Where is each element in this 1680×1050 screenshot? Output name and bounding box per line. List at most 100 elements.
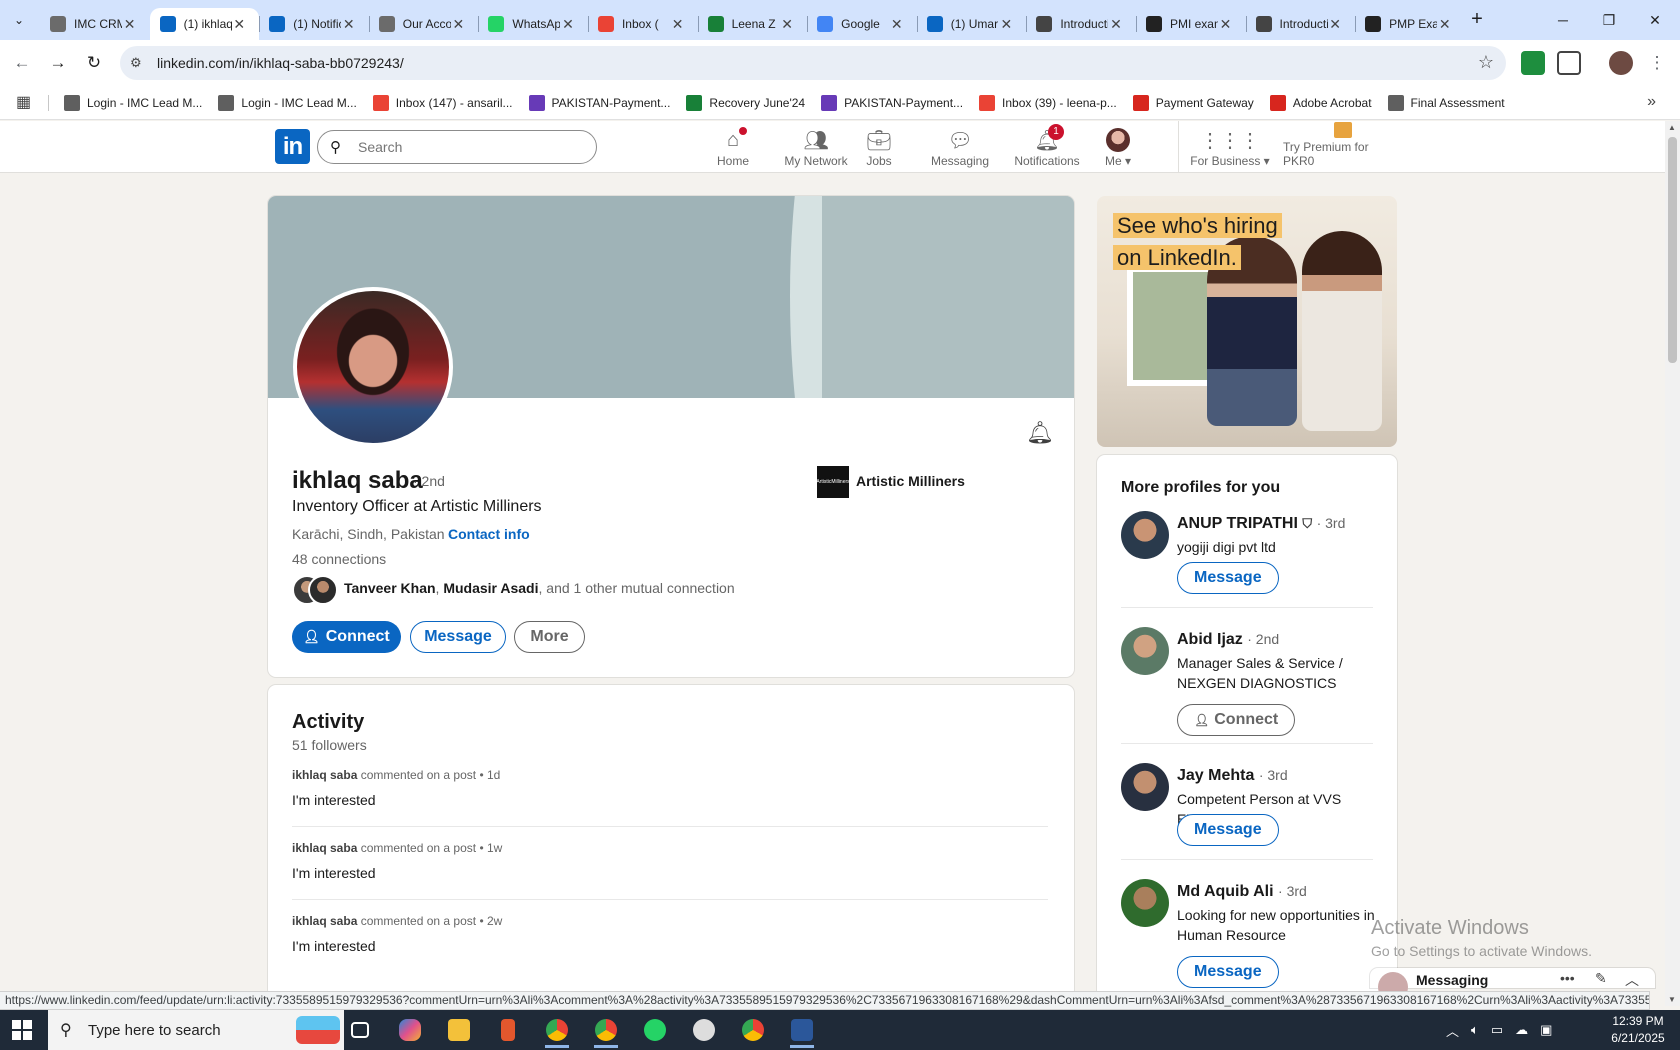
message-button[interactable]: Message [410,621,506,653]
profile-name-link[interactable]: ANUP TRIPATHI ⛉ · 3rd [1177,515,1345,533]
activity-item[interactable]: ikhlaq saba commented on a post • 1d I'm … [292,768,1048,808]
taskbar-clock[interactable]: 12:39 PM 6/21/2025 [1598,1013,1678,1047]
browser-tab[interactable]: Introduction✕ [1245,8,1356,40]
browser-tab[interactable]: (1) Umar ✕ [916,8,1027,40]
close-tab-icon[interactable]: ✕ [1327,16,1343,32]
bookmark-item[interactable]: Recovery June'24 [686,95,805,111]
nav-my-network[interactable]: 👥︎ My Network [774,121,858,173]
close-window-button[interactable]: ✕ [1632,0,1678,40]
new-tab-button[interactable]: + [1465,8,1489,32]
start-button[interactable] [12,1020,32,1040]
close-tab-icon[interactable]: ✕ [998,16,1014,32]
close-tab-icon[interactable]: ✕ [231,16,247,32]
chrome-profile-icon[interactable] [586,1014,626,1048]
browser-tab[interactable]: PMP Exam✕ [1355,8,1465,40]
menu-icon[interactable]: ⋮ [1645,51,1669,75]
browser-tab[interactable]: (1) Notifications✕ [259,8,369,40]
back-button[interactable]: ← [10,51,34,75]
close-tab-icon[interactable]: ✕ [450,16,466,32]
mutual-connections[interactable]: Tanveer Khan, Mudasir Asadi, and 1 other… [344,580,735,596]
linkedin-logo-icon[interactable]: in [275,129,310,164]
bookmark-item[interactable]: Adobe Acrobat [1269,95,1372,111]
profile-name-link[interactable]: Md Aquib Ali · 3rd [1177,883,1307,901]
more-bookmarks-icon[interactable]: » [1647,93,1656,111]
more-options-icon[interactable]: ••• [1560,970,1575,986]
extension-icon[interactable] [1521,51,1545,75]
close-tab-icon[interactable]: ✕ [670,16,686,32]
browser-tab[interactable]: (1) ikhlaq saba✕ [149,8,260,40]
profile-avatar[interactable] [1121,763,1169,811]
apps-grid-icon[interactable]: ▦ [16,94,34,112]
company-logo[interactable]: ArtisticMilliners [816,466,850,498]
nav-notifications[interactable]: 🔔︎ 1 Notifications [1005,121,1089,173]
volume-icon[interactable]: 🔈︎ [1471,1022,1479,1038]
notification-bell-icon[interactable]: 🔔︎ [1026,420,1054,446]
message-button[interactable]: Message [1177,956,1279,988]
maximize-button[interactable]: ❐ [1586,0,1632,40]
battery-icon[interactable]: ▭ [1491,1022,1503,1038]
profile-avatar[interactable] [1121,627,1169,675]
premium-link[interactable]: Try Premium for PKR0 [1283,121,1403,173]
clock-app-icon[interactable] [684,1014,724,1046]
browser-tab[interactable]: Our Account✕ [368,8,479,40]
messaging-dock[interactable]: Messaging ••• ✎ ︿ [1370,968,1655,1002]
more-button[interactable]: More [514,621,585,653]
search-input[interactable] [358,137,578,157]
profile-name-link[interactable]: Abid Ijaz · 2nd [1177,631,1279,649]
bookmark-item[interactable]: Inbox (39) - leena-p... [979,95,1117,111]
activity-item[interactable]: ikhlaq saba commented on a post • 2w I'm … [292,914,1048,954]
nav-messaging[interactable]: 💬︎ Messaging [924,121,996,173]
connect-button[interactable]: 👤︎ Connect [1177,704,1296,736]
site-info-icon[interactable]: ⚙ [130,55,146,71]
chrome-icon[interactable] [537,1014,577,1048]
copilot-icon[interactable] [390,1014,430,1046]
bookmark-item[interactable]: Login - IMC Lead M... [64,95,202,111]
address-bar[interactable]: ⚙ linkedin.com/in/ikhlaq-saba-bb0729243/… [120,46,1506,80]
bookmark-star-icon[interactable]: ☆ [1478,52,1494,73]
extensions-puzzle-icon[interactable] [1557,51,1581,75]
profile-photo[interactable] [293,287,453,447]
company-name[interactable]: Artistic Milliners [856,473,965,489]
linkedin-search[interactable]: ⚲ [317,130,597,164]
profile-avatar[interactable] [1121,879,1169,927]
close-tab-icon[interactable]: ✕ [889,16,905,32]
for-business-menu[interactable]: ⋮⋮⋮ For Business ▾ [1188,121,1272,173]
bookmark-item[interactable]: Payment Gateway [1132,95,1254,111]
nav-me[interactable]: Me ▾ [1096,121,1140,173]
word-icon[interactable] [782,1014,822,1048]
message-button[interactable]: Message [1177,562,1279,594]
profile-avatar-icon[interactable] [1609,51,1633,75]
whatsapp-icon[interactable] [635,1014,675,1046]
browser-tab[interactable]: PMI exam✕ [1135,8,1246,40]
close-tab-icon[interactable]: ✕ [1218,16,1234,32]
tab-search-button[interactable]: ⌄ [6,8,32,32]
display-icon[interactable]: ▣ [1540,1022,1552,1038]
browser-tab[interactable]: WhatsApp✕ [478,8,588,40]
page-scrollbar[interactable]: ▲ ▼ [1665,121,1680,1006]
connections-count[interactable]: 48 connections [292,551,386,567]
forward-button[interactable]: → [46,51,70,75]
compose-icon[interactable]: ✎ [1595,970,1607,987]
browser-tab[interactable]: Leena Z ✕ [697,8,808,40]
close-tab-icon[interactable]: ✕ [341,16,357,32]
scrollbar-thumb[interactable] [1668,137,1677,363]
profile-avatar[interactable] [1121,511,1169,559]
bookmark-item[interactable]: Final Assessment [1387,95,1505,111]
bookmark-item[interactable]: Inbox (147) - ansaril... [372,95,513,111]
hiring-ad[interactable]: See who's hiring on LinkedIn. [1097,196,1397,447]
chevron-up-icon[interactable]: ︿ [1446,1021,1459,1040]
nav-jobs[interactable]: 💼︎ Jobs [849,121,909,173]
close-tab-icon[interactable]: ✕ [1437,16,1453,32]
bookmark-item[interactable]: PAKISTAN-Payment... [821,95,963,111]
file-explorer-icon[interactable] [439,1014,479,1046]
task-view-icon[interactable] [340,1014,380,1046]
minimize-button[interactable]: ─ [1540,0,1586,40]
message-button[interactable]: Message [1177,814,1279,846]
close-tab-icon[interactable]: ✕ [779,16,795,32]
pen-app-icon[interactable] [488,1014,528,1046]
close-tab-icon[interactable]: ✕ [122,16,138,32]
contact-info-link[interactable]: Contact info [448,526,530,542]
browser-tab[interactable]: Inbox (✕ [587,8,698,40]
chevron-up-icon[interactable]: ︿ [1625,970,1639,990]
browser-tab[interactable]: IMC CRM ✕ [40,8,150,40]
